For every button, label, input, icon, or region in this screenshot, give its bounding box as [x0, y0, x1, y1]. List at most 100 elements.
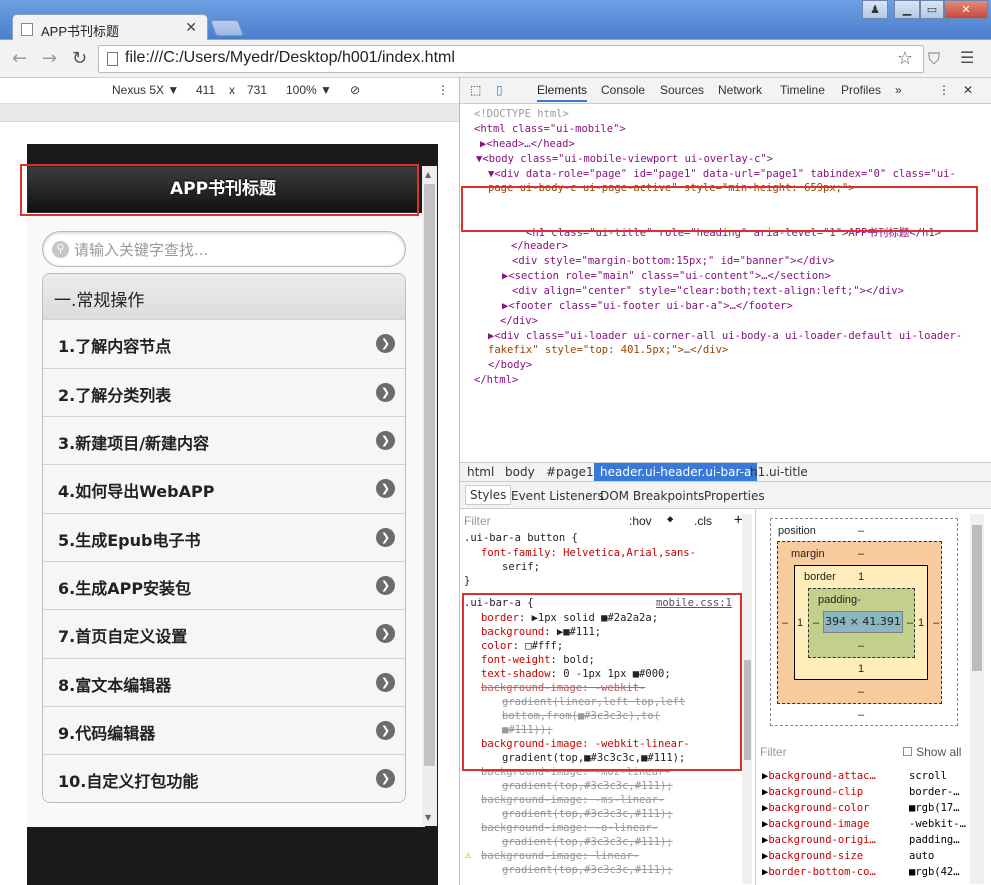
- tab-profiles[interactable]: Profiles: [841, 83, 881, 97]
- box-value[interactable]: –: [858, 548, 864, 560]
- shield-icon[interactable]: ⛉: [928, 49, 940, 69]
- box-value[interactable]: –: [782, 617, 788, 629]
- scroll-down-icon[interactable]: ▼: [425, 813, 431, 822]
- inspect-icon[interactable]: ⬚: [470, 83, 481, 97]
- dom-line[interactable]: ▶<div class="ui-loader ui-corner-all ui-…: [488, 330, 986, 342]
- devtools-menu-icon[interactable]: ⋮: [938, 83, 950, 97]
- tab-elements[interactable]: Elements: [537, 83, 588, 102]
- tab-console[interactable]: Console: [601, 83, 645, 97]
- cls-toggle[interactable]: .cls: [694, 514, 712, 528]
- styles-scroll-thumb[interactable]: [744, 660, 751, 760]
- computed-row[interactable]: ▶border-bottom-co… ■rgb(42…: [762, 866, 960, 878]
- css-prop[interactable]: serif;: [502, 561, 540, 573]
- bookmark-star-icon[interactable]: ☆: [897, 48, 913, 69]
- back-arrow-icon[interactable]: ←: [12, 48, 27, 69]
- list-item[interactable]: 10.自定义打包功能 ❯: [43, 755, 405, 802]
- computed-row[interactable]: ▶background-image -webkit-…: [762, 818, 966, 830]
- minimize-button[interactable]: ▁: [894, 0, 920, 19]
- forward-arrow-icon[interactable]: →: [42, 48, 57, 69]
- dom-line[interactable]: ▶<section role="main" class="ui-content"…: [502, 270, 831, 282]
- breadcrumb-item[interactable]: h1.ui-title: [750, 465, 808, 479]
- list-item[interactable]: 9.代码编辑器 ❯: [43, 707, 405, 755]
- box-value[interactable]: –: [858, 525, 864, 537]
- css-prop-overridden[interactable]: gradient(top,#3c3c3c,#111);: [502, 836, 673, 848]
- tab-event-listeners[interactable]: Event Listeners: [511, 489, 604, 503]
- breadcrumb-item[interactable]: body: [505, 465, 535, 479]
- tab-styles[interactable]: Styles: [465, 485, 512, 505]
- dom-line[interactable]: </body>: [488, 359, 532, 371]
- more-options-icon[interactable]: ⋮: [437, 83, 449, 97]
- search-field[interactable]: ⚲ 请输入关键字查找...: [42, 231, 406, 267]
- menu-icon[interactable]: ☰: [960, 48, 974, 67]
- close-window-button[interactable]: ✕: [944, 0, 988, 19]
- viewport-scroll-thumb[interactable]: [424, 184, 435, 766]
- scroll-up-icon[interactable]: ▲: [425, 170, 431, 179]
- box-model-content[interactable]: 394 × 41.391: [823, 611, 903, 633]
- zoom-select[interactable]: 100% ▼: [286, 83, 332, 97]
- css-prop-overridden[interactable]: gradient(top,#3c3c3c,#111);: [502, 780, 673, 792]
- user-icon[interactable]: ♟: [862, 0, 888, 19]
- box-value[interactable]: 1: [797, 617, 803, 629]
- box-value[interactable]: –: [813, 617, 819, 629]
- box-value[interactable]: –: [933, 617, 939, 629]
- css-prop-overridden[interactable]: background-image: linear-: [481, 850, 639, 862]
- hov-toggle[interactable]: :hov: [629, 514, 652, 528]
- tab-sources[interactable]: Sources: [660, 83, 704, 97]
- dom-line[interactable]: <div align="center" style="clear:both;te…: [512, 285, 904, 297]
- dom-line[interactable]: ▶<footer class="ui-footer ui-bar-a">…</f…: [502, 300, 793, 312]
- device-width[interactable]: 411: [196, 83, 215, 97]
- computed-row[interactable]: ▶background-attac… scroll: [762, 770, 947, 782]
- dom-line[interactable]: ▼<div data-role="page" id="page1" data-u…: [488, 168, 986, 180]
- box-value[interactable]: 1: [858, 663, 864, 675]
- box-value[interactable]: –: [858, 640, 864, 652]
- list-item[interactable]: 2.了解分类列表 ❯: [43, 369, 405, 417]
- new-tab-button[interactable]: [210, 20, 244, 36]
- close-tab-icon[interactable]: ✕: [185, 19, 197, 36]
- breadcrumb-item[interactable]: html: [467, 465, 494, 479]
- css-prop[interactable]: font-family: Helvetica,Arial,sans-: [481, 547, 696, 559]
- browser-tab[interactable]: APP书刊标题 ✕: [12, 14, 208, 42]
- list-item[interactable]: 3.新建项目/新建内容 ❯: [43, 417, 405, 465]
- maximize-button[interactable]: ▭: [920, 0, 944, 19]
- more-tabs-icon[interactable]: »: [895, 83, 902, 97]
- tab-dom-breakpoints[interactable]: DOM Breakpoints: [600, 489, 704, 503]
- box-value[interactable]: 1: [858, 571, 864, 583]
- styles-filter-input[interactable]: Filter: [464, 514, 491, 528]
- breadcrumb-item[interactable]: #page1: [546, 465, 594, 479]
- list-item[interactable]: 8.富文本编辑器 ❯: [43, 659, 405, 707]
- tab-network[interactable]: Network: [718, 83, 762, 97]
- address-bar[interactable]: file:///C:/Users/Myedr/Desktop/h001/inde…: [98, 45, 924, 73]
- url-text[interactable]: file:///C:/Users/Myedr/Desktop/h001/inde…: [125, 49, 455, 67]
- box-value[interactable]: –: [858, 709, 864, 721]
- list-item[interactable]: 4.如何导出WebAPP ❯: [43, 465, 405, 514]
- rotate-icon[interactable]: ⊘: [350, 83, 360, 97]
- dom-line[interactable]: ▼<body class="ui-mobile-viewport ui-over…: [476, 153, 773, 165]
- box-value[interactable]: 1: [918, 617, 924, 629]
- dom-line[interactable]: </header>: [511, 240, 568, 252]
- dom-line[interactable]: </html>: [474, 374, 518, 386]
- close-devtools-icon[interactable]: ✕: [963, 83, 973, 97]
- dom-line[interactable]: <html class="ui-mobile">: [474, 123, 626, 135]
- css-prop-overridden[interactable]: gradient(top,#3c3c3c,#111);: [502, 864, 673, 876]
- list-item[interactable]: 1.了解内容节点 ❯: [43, 320, 405, 369]
- dom-line[interactable]: ▶<head>…</head>: [480, 138, 575, 150]
- breadcrumb-item-active[interactable]: header.ui-header.ui-bar-a: [594, 463, 758, 481]
- dom-line[interactable]: <div style="margin-bottom:15px;" id="ban…: [512, 255, 834, 267]
- color-format-icon[interactable]: ◆: [667, 513, 673, 525]
- device-select[interactable]: Nexus 5X ▼: [112, 83, 179, 97]
- computed-row[interactable]: ▶background-size auto: [762, 850, 934, 862]
- tab-timeline[interactable]: Timeline: [780, 83, 825, 97]
- dom-line[interactable]: fakefix" style="top: 401.5px;">…</div>: [488, 344, 728, 356]
- list-item[interactable]: 6.生成APP安装包 ❯: [43, 562, 405, 610]
- dom-line[interactable]: </div>: [500, 315, 538, 327]
- device-height[interactable]: 731: [247, 83, 267, 97]
- css-prop-overridden[interactable]: gradient(top,#3c3c3c,#111);: [502, 808, 673, 820]
- css-prop-overridden[interactable]: background-image: -o-linear-: [481, 822, 658, 834]
- device-mode-icon[interactable]: ▯: [496, 83, 503, 97]
- reload-icon[interactable]: ↻: [72, 48, 87, 69]
- computed-row[interactable]: ▶background-clip border-…: [762, 786, 960, 798]
- list-item[interactable]: 7.首页自定义设置 ❯: [43, 610, 405, 659]
- list-item[interactable]: 5.生成Epub电子书 ❯: [43, 514, 405, 562]
- dom-line[interactable]: <!DOCTYPE html>: [474, 108, 569, 120]
- box-value[interactable]: –: [858, 686, 864, 698]
